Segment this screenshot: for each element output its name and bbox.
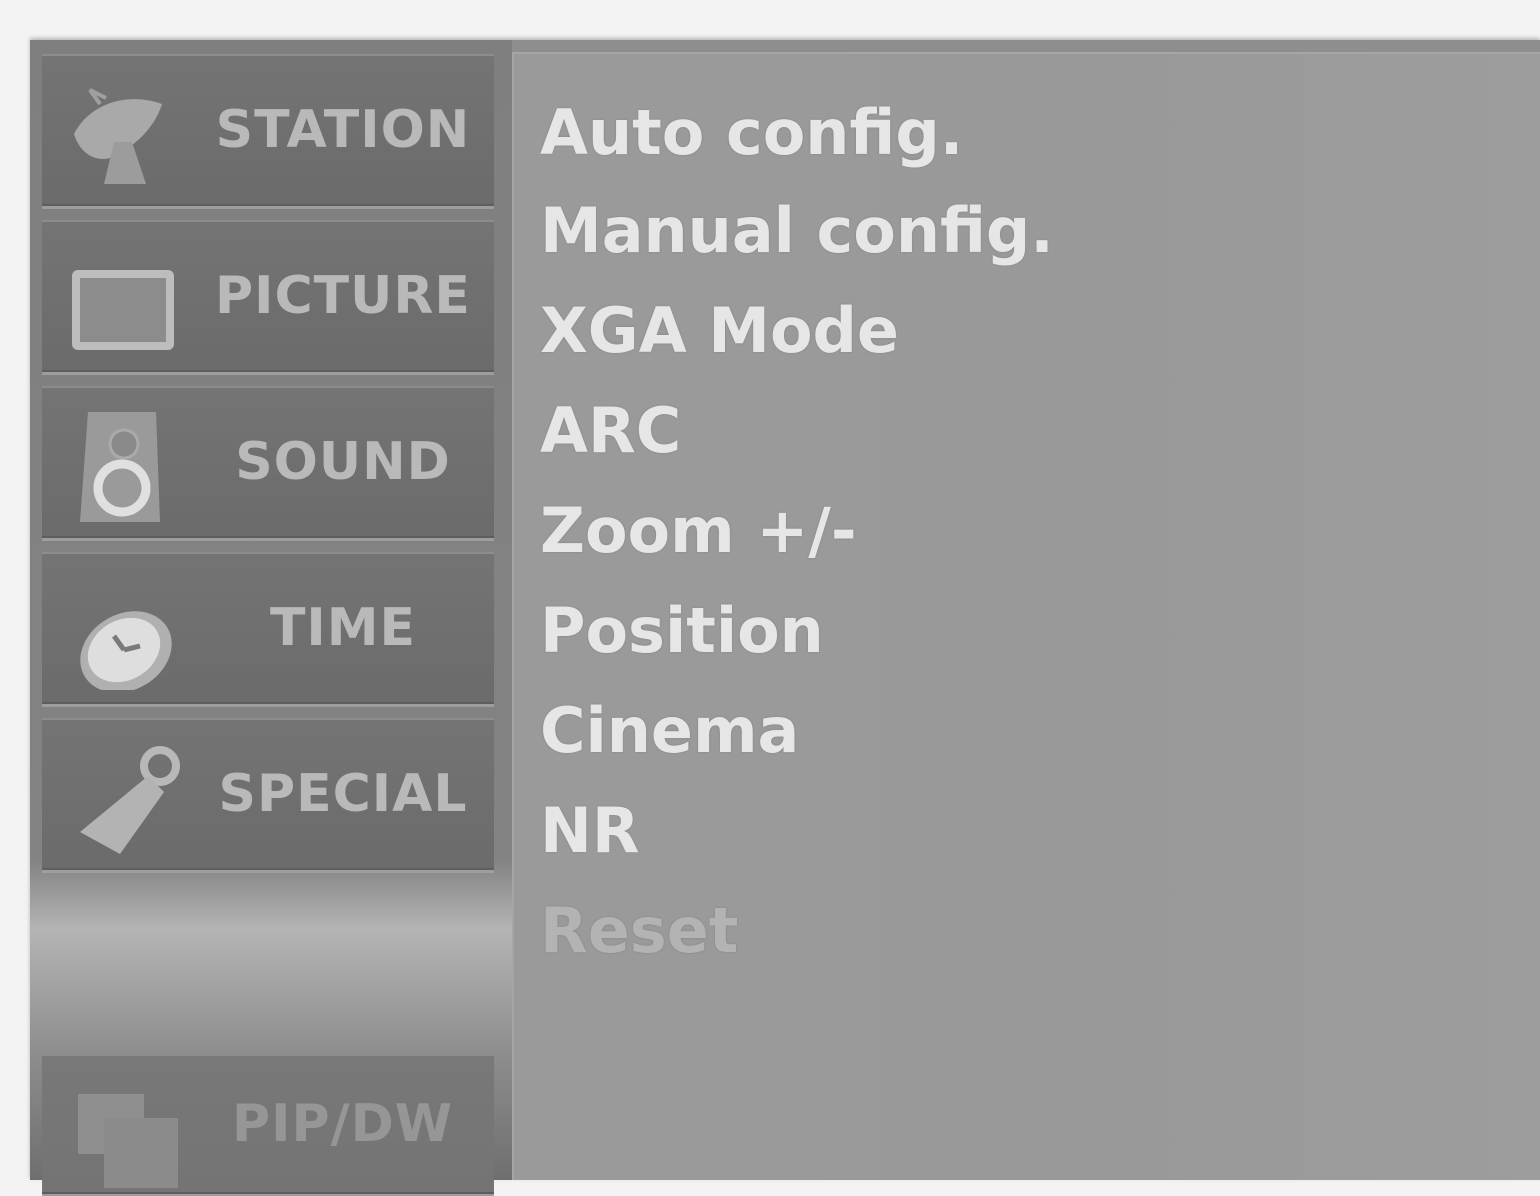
sidebar-item-station[interactable]: STATION bbox=[42, 54, 494, 206]
sidebar-item-special[interactable]: SPECIAL bbox=[42, 718, 494, 870]
clock-icon bbox=[60, 570, 190, 693]
menu-item-position[interactable]: Position bbox=[540, 580, 824, 680]
satellite-dish-icon bbox=[60, 72, 190, 192]
sidebar-item-label: SOUND bbox=[235, 432, 451, 492]
sidebar-item-label: PICTURE bbox=[215, 266, 471, 326]
sidebar-item-label: SPECIAL bbox=[218, 764, 468, 824]
sidebar-item-label: PIP/DW bbox=[232, 1094, 454, 1154]
sidebar-item-label: STATION bbox=[215, 100, 471, 160]
main-menu-sidebar: STATION PICTURE SOUND TIME SPECIAL PIP/D… bbox=[30, 40, 512, 1194]
tag-icon bbox=[60, 736, 190, 856]
sidebar-item-sound[interactable]: SOUND bbox=[42, 386, 494, 538]
menu-item-reset: Reset bbox=[540, 893, 739, 967]
sidebar-item-label: TIME bbox=[269, 598, 417, 658]
sidebar-item-picture[interactable]: PICTURE bbox=[42, 220, 494, 372]
speaker-icon bbox=[60, 404, 190, 524]
menu-item-zoom[interactable]: Zoom +/- bbox=[540, 480, 857, 580]
submenu-panel: Auto config. Manual config. XGA Mode ARC… bbox=[512, 52, 1540, 1180]
sidebar-item-time[interactable]: TIME bbox=[42, 552, 494, 704]
menu-item-manual-config[interactable]: Manual config. bbox=[540, 180, 1054, 280]
menu-item-nr[interactable]: NR bbox=[540, 780, 640, 880]
sidebar-item-pip-dw[interactable]: PIP/DW bbox=[42, 1054, 494, 1194]
menu-item-xga-mode[interactable]: XGA Mode bbox=[540, 280, 899, 380]
osd-menu-window: STATION PICTURE SOUND TIME SPECIAL PIP/D… bbox=[30, 40, 1540, 1194]
tv-screen-icon bbox=[60, 238, 190, 358]
pip-windows-icon bbox=[60, 1072, 190, 1192]
menu-item-auto-config[interactable]: Auto config. bbox=[540, 82, 963, 182]
menu-item-arc[interactable]: ARC bbox=[540, 380, 681, 480]
menu-item-cinema[interactable]: Cinema bbox=[540, 680, 799, 780]
